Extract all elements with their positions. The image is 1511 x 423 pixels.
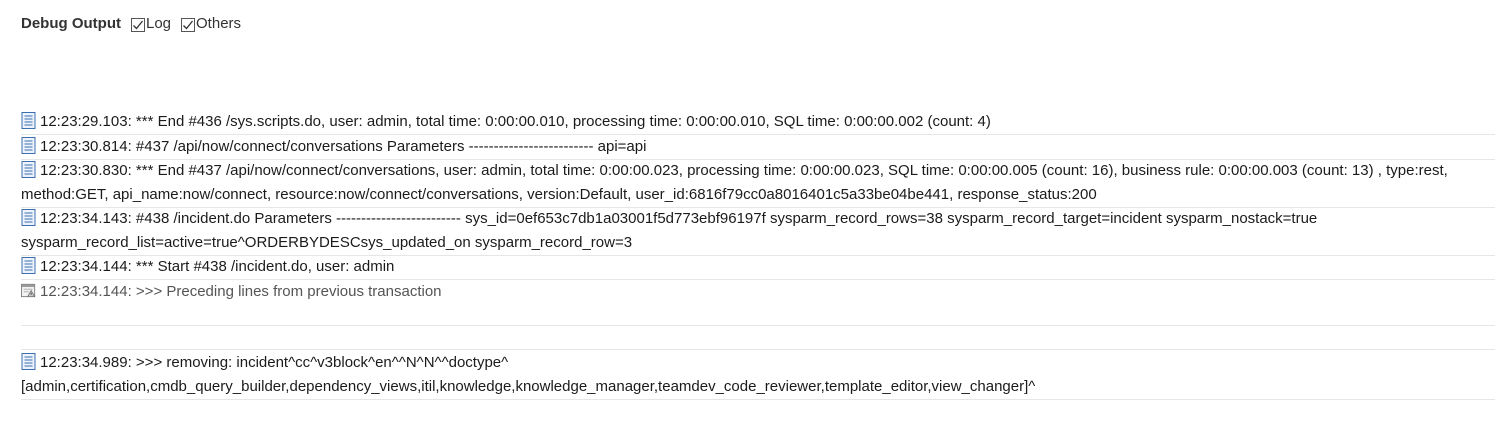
log-entry: 12:23:30.814: #437 /api/now/connect/conv… — [21, 135, 1495, 160]
transaction-divider — [21, 349, 1495, 350]
document-icon — [21, 353, 36, 370]
log-entry-text: 12:23:30.830: *** End #437 /api/now/conn… — [21, 162, 1448, 203]
transaction-divider — [21, 325, 1495, 326]
others-checkbox[interactable] — [181, 18, 196, 32]
calendar-warning-icon — [21, 283, 36, 298]
document-icon — [21, 161, 36, 178]
log-entry: 12:23:29.103: *** End #436 /sys.scripts.… — [21, 110, 1495, 135]
checkmark-icon — [183, 20, 194, 30]
log-entry-text: 12:23:34.143: #438 /incident.do Paramete… — [21, 210, 1318, 251]
document-icon — [21, 137, 36, 154]
log-checkbox[interactable] — [130, 18, 145, 32]
log-entry: 12:23:34.144: *** Start #438 /incident.d… — [21, 255, 1495, 280]
log-checkbox-group[interactable]: Log — [130, 14, 171, 32]
log-entry: 12:23:34.989: >>> removing: incident^cc^… — [21, 351, 1495, 400]
document-icon — [21, 209, 36, 226]
previous-transaction-entry: 12:23:34.144: >>> Preceding lines from p… — [21, 280, 1495, 304]
previous-transaction-text: 12:23:34.144: >>> Preceding lines from p… — [40, 283, 442, 300]
log-entry-text: 12:23:29.103: *** End #436 /sys.scripts.… — [40, 113, 991, 130]
others-checkbox-group[interactable]: Others — [181, 14, 241, 32]
document-icon — [21, 112, 36, 129]
debug-output-header: Debug Output Log Others — [21, 11, 251, 35]
others-checkbox-label[interactable]: Others — [196, 15, 241, 32]
log-entry: 12:23:34.143: #438 /incident.do Paramete… — [21, 207, 1495, 256]
document-icon — [21, 257, 36, 274]
log-checkbox-label[interactable]: Log — [146, 15, 171, 32]
log-entry-text: 12:23:34.144: *** Start #438 /incident.d… — [40, 258, 395, 275]
debug-output-title: Debug Output — [21, 14, 121, 32]
log-entry-text: 12:23:34.989: >>> removing: incident^cc^… — [21, 354, 1036, 395]
log-entry-text: 12:23:30.814: #437 /api/now/connect/conv… — [40, 138, 647, 155]
log-entry: 12:23:30.830: *** End #437 /api/now/conn… — [21, 159, 1495, 208]
checkmark-icon — [133, 20, 143, 30]
